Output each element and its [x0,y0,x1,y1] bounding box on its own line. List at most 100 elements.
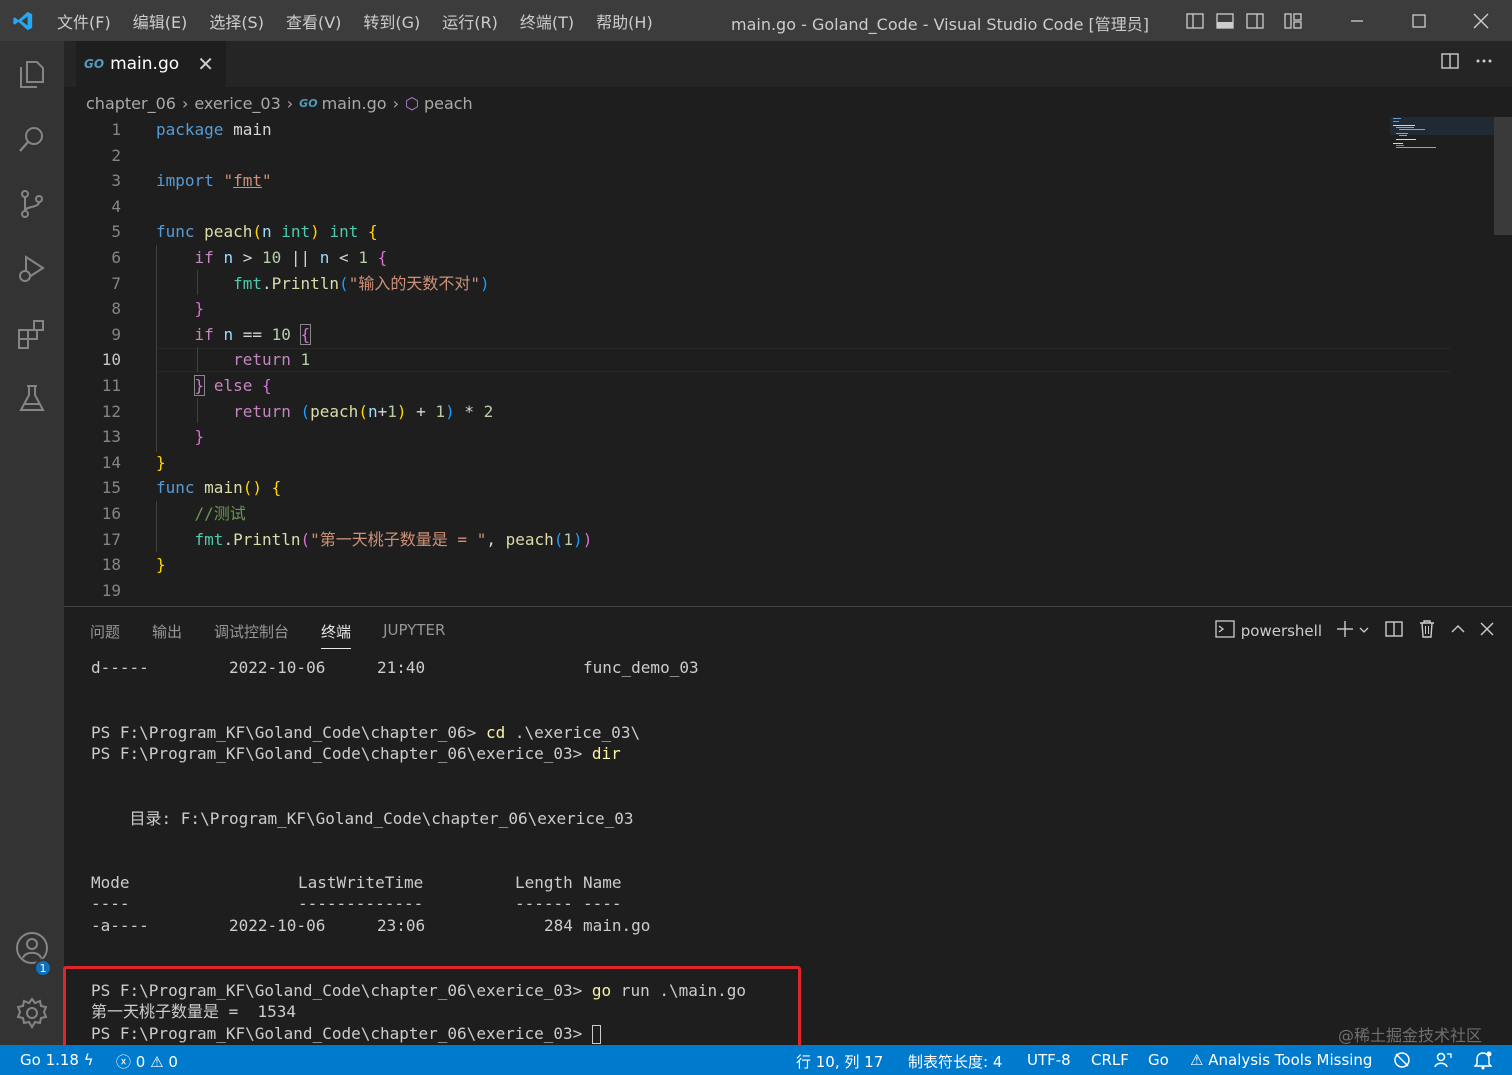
terminal-line: main.go [583,916,651,935]
minimap[interactable] [1390,117,1494,157]
editor-scrollbar[interactable] [1494,117,1512,605]
terminal-shell-name[interactable]: powershell [1241,622,1322,640]
split-editor-icon[interactable] [1440,51,1460,75]
tab-terminal[interactable]: 终端 [321,621,352,649]
warning-icon: ⚠ [1190,1051,1204,1069]
toggle-sidebar-icon[interactable] [1180,0,1210,41]
tab-size-status[interactable]: 制表符长度: 4 [908,1051,1002,1072]
tab-main-go[interactable]: GO main.go ✕ [76,41,226,87]
line-number: 10 [101,350,121,370]
more-actions-icon[interactable] [1474,51,1494,75]
terminal-line: d----- [91,658,149,677]
split-terminal-icon[interactable] [1384,619,1404,643]
toggle-panel-icon[interactable] [1210,0,1240,41]
terminal-output[interactable]: d----- 2022-10-06 21:40 func_demo_03 PS … [91,653,1491,1045]
code-line: //测试 [194,504,246,523]
line-number: 13 [101,427,121,447]
terminal-line: 284 [544,916,573,935]
breadcrumb-file[interactable]: main.go [322,94,387,113]
line-number: 19 [101,580,121,600]
menu-bar: 文件(F) 编辑(E) 选择(S) 查看(V) 转到(G) 运行(R) 终端(T… [46,0,664,41]
close-panel-icon[interactable] [1480,622,1494,640]
vscode-logo-icon [0,0,46,41]
line-number: 7 [111,273,121,293]
accounts-icon[interactable]: 1 [0,915,64,980]
terminal-line: ---- [583,894,622,913]
code-line: package main [156,120,272,139]
terminal-cursor [591,1025,601,1044]
tab-jupyter[interactable]: JUPYTER [383,621,445,649]
new-terminal-icon[interactable] [1336,620,1354,642]
menu-file[interactable]: 文件(F) [46,9,122,33]
line-number: 3 [111,171,121,191]
line-number: 14 [101,452,121,472]
terminal-line: 目录: F:\Program_KF\Goland_Code\chapter_06… [91,809,634,828]
symbol-method-icon: ⬡ [404,93,419,113]
analysis-tools-status[interactable]: ⚠ Analysis Tools Missing [1190,1051,1372,1069]
menu-view[interactable]: 查看(V) [275,9,352,33]
code-line: import "fmt" [156,171,272,191]
chevron-down-icon[interactable] [1358,622,1370,640]
problems-status[interactable]: ⓧ 0 ⚠ 0 [116,1051,178,1072]
kill-terminal-trash-icon[interactable] [1418,619,1436,643]
menu-run[interactable]: 运行(R) [431,9,509,33]
go-live-share-icon[interactable] [1392,1050,1412,1074]
breadcrumb-folder-exerice[interactable]: exerice_03 [194,94,280,113]
tab-output[interactable]: 输出 [152,621,182,649]
code-editor[interactable]: 1 package main 2 3 import "fmt" 4 5 func pe… [64,117,1450,605]
minimize-button[interactable] [1326,0,1388,41]
watermark: @稀土掘金技术社区 [1337,1026,1482,1045]
scrollbar-thumb[interactable] [1494,117,1512,235]
menu-selection[interactable]: 选择(S) [198,9,275,33]
line-number: 11 [101,376,121,395]
line-number: 17 [101,529,121,549]
window-title: main.go - Goland_Code - Visual Studio Co… [730,15,1150,34]
menu-terminal[interactable]: 终端(T) [509,9,585,33]
encoding-status[interactable]: UTF-8 [1027,1051,1071,1069]
chevron-right-icon: › [286,93,294,113]
line-number: 1 [111,120,121,139]
code-line: func peach(n int) int { [156,222,378,242]
status-bar: Go 1.18 ϟ ⓧ 0 ⚠ 0 行 10, 列 17 制表符长度: 4 UT… [0,1045,1512,1075]
language-mode-status[interactable]: Go [1148,1051,1169,1069]
source-control-icon[interactable] [0,171,64,236]
line-number: 6 [111,248,121,267]
terminal-line: ---- [91,894,130,913]
tab-close-icon[interactable]: ✕ [197,52,214,76]
code-line: } [156,452,166,472]
toggle-secondary-sidebar-icon[interactable] [1240,0,1270,41]
testing-icon[interactable] [0,366,64,431]
breadcrumb-symbol[interactable]: peach [424,94,473,113]
go-version-status[interactable]: Go 1.18 ϟ [20,1051,94,1069]
line-number: 8 [111,299,121,319]
tab-problems[interactable]: 问题 [90,621,120,649]
extensions-icon[interactable] [0,301,64,366]
tab-debug-console[interactable]: 调试控制台 [214,621,289,649]
lightning-icon: ϟ [83,1051,94,1069]
eol-status[interactable]: CRLF [1091,1051,1129,1069]
terminal-line: 第一天桃子数量是 = 1534 [91,1002,297,1021]
terminal-line: PS F:\Program_KF\Goland_Code\chapter_06\… [91,1023,601,1045]
code-line: fmt.Println("第一天桃子数量是 = ", peach(1)) [194,529,593,549]
chevron-right-icon: › [392,93,399,113]
feedback-icon[interactable] [1433,1050,1453,1074]
notifications-bell-icon[interactable] [1473,1050,1493,1074]
menu-edit[interactable]: 编辑(E) [122,9,199,33]
terminal-line: Mode [91,873,130,892]
customize-layout-icon[interactable] [1278,0,1308,41]
maximize-button[interactable] [1388,0,1450,41]
maximize-panel-chevron-up-icon[interactable] [1450,621,1466,641]
breadcrumb-folder-chapter[interactable]: chapter_06 [86,94,176,113]
code-line: if n == 10 { [194,323,312,345]
menu-go[interactable]: 转到(G) [352,9,431,33]
error-icon: ⓧ [116,1053,132,1071]
run-debug-icon[interactable] [0,236,64,301]
menu-help[interactable]: 帮助(H) [585,9,664,33]
bottom-panel: 问题 输出 调试控制台 终端 JUPYTER powershell d----- [64,606,1512,1045]
explorer-icon[interactable] [0,41,64,106]
manage-gear-icon[interactable] [0,980,64,1045]
terminal-line: 21:40 [377,658,426,677]
close-window-button[interactable] [1450,0,1512,41]
search-icon[interactable] [0,106,64,171]
cursor-position-status[interactable]: 行 10, 列 17 [796,1051,883,1072]
